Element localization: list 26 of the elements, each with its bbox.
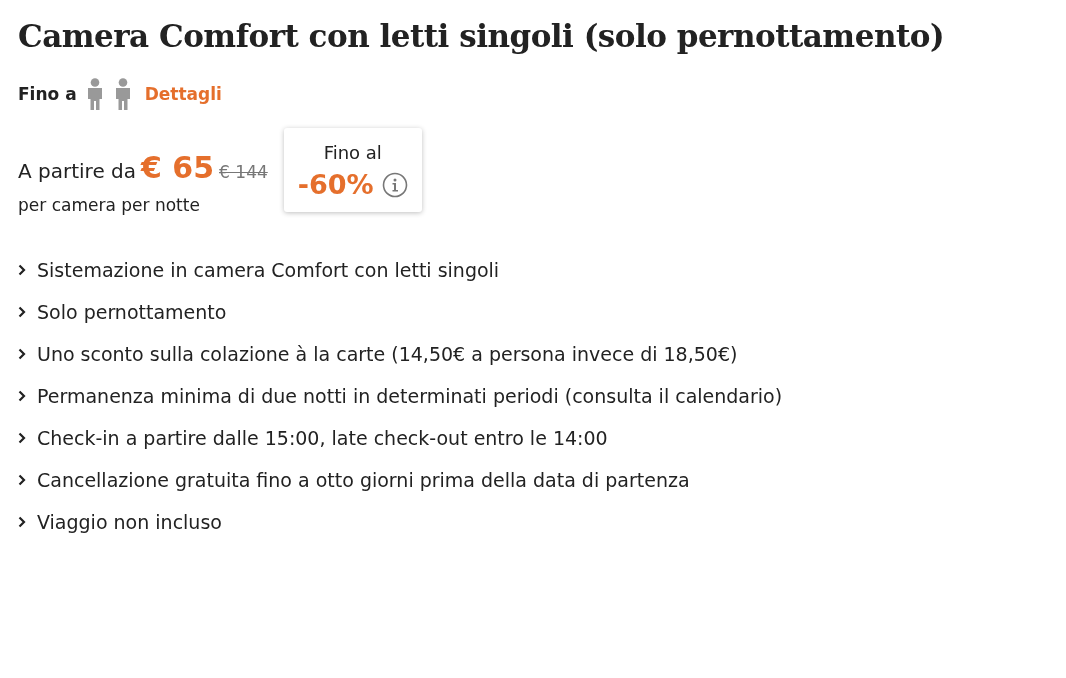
feature-text: Uno sconto sulla colazione à la carte (14,50€ a persona invece di 18,50€): [37, 343, 738, 365]
feature-text: Check-in a partire dalle 15:00, late check-out entro le 14:00: [37, 427, 608, 449]
price-unit: per camera per notte: [18, 195, 201, 215]
person-icon: [114, 78, 131, 110]
chevron-icon: [18, 348, 26, 360]
feature-text: Sistemazione in camera Comfort con letti singoli: [37, 259, 500, 281]
feature-text: Cancellazione gratuita fino a otto giorni prima della data di partenza: [37, 469, 690, 491]
occupancy-label: Fino a: [18, 84, 77, 104]
chevron-icon: [18, 390, 26, 402]
room-title: Camera Comfort con letti singoli (solo pernottamento): [18, 18, 946, 54]
chevron-icon: [18, 306, 26, 318]
feature-text: Viaggio non incluso: [37, 511, 222, 533]
feature-text: Solo pernottamento: [37, 301, 227, 323]
chevron-icon: [18, 264, 26, 276]
feature-text: Permanenza minima di due notti in determinati periodi (consulta il calendario): [37, 385, 783, 407]
chevron-icon: [18, 474, 26, 486]
original-price: € 144: [219, 162, 268, 182]
chevron-icon: [18, 516, 26, 528]
person-icon: [86, 78, 103, 110]
discount-label: Fino al: [323, 142, 382, 163]
info-icon[interactable]: [381, 171, 408, 198]
discount-value: -60%: [297, 169, 374, 200]
details-link[interactable]: Dettagli: [144, 84, 222, 104]
chevron-icon: [18, 432, 26, 444]
current-price: € 65: [141, 150, 215, 185]
price-prefix: A partire da: [18, 159, 136, 183]
